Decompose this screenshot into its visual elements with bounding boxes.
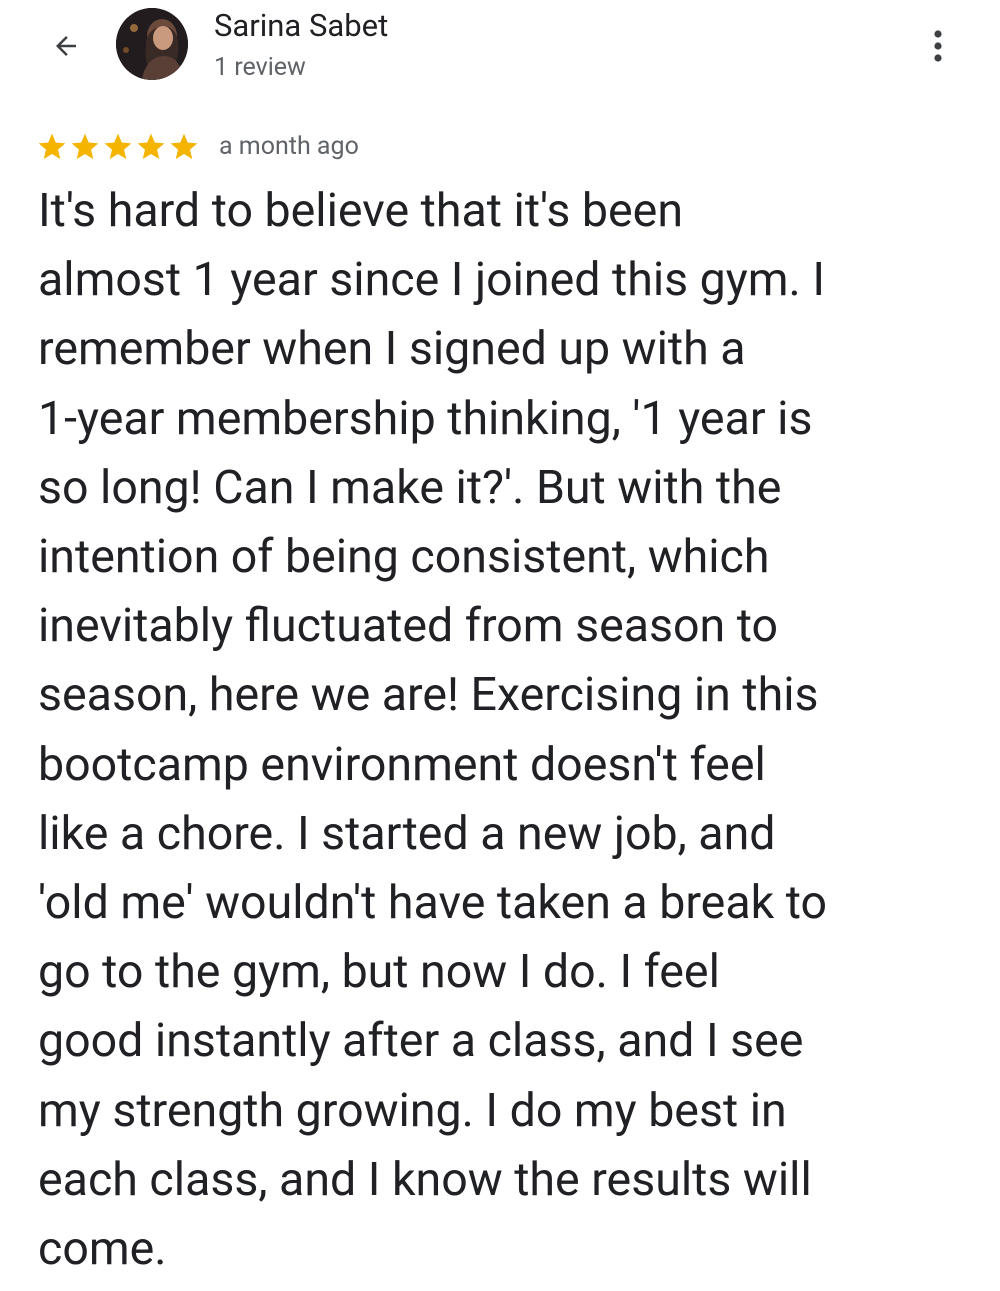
review-header: Sarina Sabet 1 review <box>0 0 1000 100</box>
review-text-line: remember when I signed up with a <box>38 322 746 377</box>
review-text-line: 1-year membership thinking, '1 year is <box>38 391 813 446</box>
avatar-image <box>116 8 188 80</box>
review-text-line: almost 1 year since I joined this gym. I <box>38 253 826 308</box>
star-icon <box>170 133 198 159</box>
review-text-line: each class, and I know the results will <box>38 1152 812 1207</box>
review-text-line: so long! Can I make it?'. But with the <box>38 460 782 515</box>
star-icon <box>137 133 165 159</box>
review-text-line: good instantly after a class, and I see <box>38 1014 804 1069</box>
reviewer-name[interactable]: Sarina Sabet <box>214 6 388 46</box>
more-vertical-icon <box>934 30 942 62</box>
review-text-line: inevitably fluctuated from season to <box>38 599 779 654</box>
review-text-line: come. <box>38 1222 167 1277</box>
arrow-back-icon <box>56 36 76 56</box>
review-text-line: It's hard to believe that it's been <box>38 184 684 238</box>
review-text-line: like a chore. I started a new job, and <box>38 806 776 861</box>
review-text-line: season, here we are! Exercising in this <box>38 668 819 723</box>
avatar[interactable] <box>116 8 188 80</box>
star-icon <box>38 133 66 159</box>
review-count: 1 review <box>214 53 306 82</box>
review-text-line: go to the gym, but now I do. I feel <box>38 945 720 1000</box>
back-button[interactable] <box>38 24 94 68</box>
star-icon <box>104 133 132 159</box>
review-text-line: bootcamp environment doesn't feel <box>38 737 766 792</box>
rating-row: a month ago <box>36 128 359 166</box>
review-text-line: intention of being consistent, which <box>38 530 770 585</box>
review-text: It's hard to believe that it's been almo… <box>38 177 988 1284</box>
review-text-line: my strength growing. I do my best in <box>38 1083 787 1138</box>
star-icon <box>71 133 99 159</box>
review-time: a month ago <box>219 132 359 161</box>
more-options-button[interactable] <box>916 22 960 70</box>
review-text-line: 'old me' wouldn't have taken a break to <box>38 876 828 931</box>
star-rating <box>36 131 200 163</box>
